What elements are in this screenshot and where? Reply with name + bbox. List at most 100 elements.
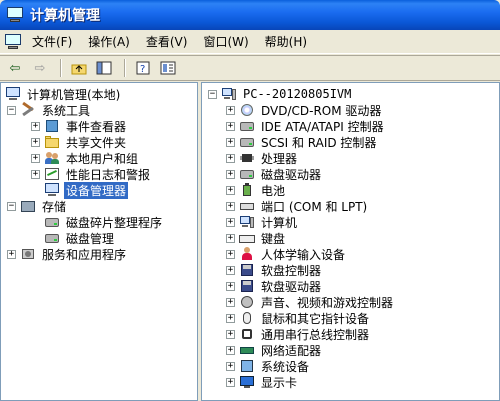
device-tree-root[interactable]: − PC--20120805IVM <box>208 86 353 102</box>
menu-window[interactable]: 窗口(W) <box>201 33 262 50</box>
device-category-label: 网络适配器 <box>261 343 322 358</box>
console-tree-pane[interactable]: 计算机管理(本地) − 系统工具 + 事件查看器 + 共享文件夹 + 本地用户和… <box>0 82 198 401</box>
expand-icon[interactable]: + <box>226 201 235 211</box>
tree-item-label: 磁盘管理 <box>66 231 115 246</box>
device-category[interactable]: + 软盘驱动器 <box>226 278 323 294</box>
help-icon[interactable]: ? <box>132 58 154 78</box>
toolbar-separator <box>60 59 62 77</box>
device-category[interactable]: + 声音、视频和游戏控制器 <box>226 294 395 310</box>
device-category[interactable]: + 键盘 <box>226 230 287 246</box>
device-category[interactable]: + 人体学输入设备 <box>226 246 347 262</box>
device-category-label: 端口 (COM 和 LPT) <box>261 199 368 214</box>
tree-item-disk-defragmenter[interactable]: 磁盘碎片整理程序 <box>44 214 164 230</box>
expand-icon[interactable]: + <box>31 137 40 147</box>
device-category[interactable]: + 磁盘驱动器 <box>226 166 323 182</box>
tools-icon <box>20 101 36 117</box>
collapse-icon[interactable]: − <box>208 89 217 99</box>
properties-icon[interactable] <box>157 58 179 78</box>
expand-icon[interactable]: + <box>226 153 235 163</box>
device-category-label: 处理器 <box>261 151 298 166</box>
device-category-label: 人体学输入设备 <box>261 247 346 262</box>
back-arrow-icon[interactable]: ⇦ <box>4 58 26 78</box>
computer-icon <box>239 215 255 229</box>
forward-arrow-icon[interactable]: ⇨ <box>29 58 51 78</box>
device-category[interactable]: + 网络适配器 <box>226 342 323 358</box>
expand-icon[interactable]: + <box>226 345 235 355</box>
expand-icon[interactable]: + <box>226 281 235 291</box>
device-category-label: 系统设备 <box>261 359 310 374</box>
expand-icon[interactable]: + <box>226 249 235 259</box>
device-category[interactable]: + 鼠标和其它指针设备 <box>226 310 371 326</box>
menu-view[interactable]: 查看(V) <box>144 33 202 50</box>
tree-item-label: 计算机管理(本地) <box>27 87 121 102</box>
menu-action[interactable]: 操作(A) <box>86 33 144 50</box>
tree-item-disk-management[interactable]: 磁盘管理 <box>44 230 116 246</box>
floppy-drive-icon <box>239 279 255 293</box>
device-category-label: 鼠标和其它指针设备 <box>261 311 370 326</box>
expand-icon[interactable]: + <box>226 105 235 115</box>
event-viewer-icon <box>44 119 60 133</box>
expand-icon[interactable]: + <box>226 297 235 307</box>
device-category[interactable]: + 电池 <box>226 182 287 198</box>
expand-icon[interactable]: + <box>226 217 235 227</box>
title-bar[interactable]: 计算机管理 <box>0 0 500 30</box>
tree-item-system-tools[interactable]: − 系统工具 <box>7 101 92 118</box>
device-category-label: 软盘驱动器 <box>261 279 322 294</box>
console-icon[interactable] <box>4 33 22 50</box>
tree-item-services-applications[interactable]: + 服务和应用程序 <box>7 246 128 262</box>
menu-help[interactable]: 帮助(H) <box>263 33 321 50</box>
shared-folder-icon <box>44 135 60 149</box>
device-category[interactable]: + 处理器 <box>226 150 299 166</box>
expand-icon[interactable]: + <box>226 313 235 323</box>
processor-icon <box>239 151 255 165</box>
device-category[interactable]: + SCSI 和 RAID 控制器 <box>226 134 378 150</box>
computer-management-window: 计算机管理 文件(F) 操作(A) 查看(V) 窗口(W) 帮助(H) ⇦ ⇨ … <box>0 0 500 401</box>
menu-file[interactable]: 文件(F) <box>30 33 86 50</box>
device-category[interactable]: + IDE ATA/ATAPI 控制器 <box>226 118 386 134</box>
expand-icon[interactable]: + <box>226 121 235 131</box>
expand-icon[interactable]: + <box>226 185 235 195</box>
expand-icon[interactable]: + <box>226 233 235 243</box>
network-adapter-icon <box>239 343 255 357</box>
expand-icon[interactable]: + <box>226 169 235 179</box>
expand-icon[interactable]: + <box>226 361 235 371</box>
device-category[interactable]: + 计算机 <box>226 214 299 230</box>
device-tree-pane[interactable]: − PC--20120805IVM + DVD/CD-ROM 驱动器 + IDE… <box>201 82 500 401</box>
up-folder-icon[interactable] <box>68 58 90 78</box>
collapse-icon[interactable]: − <box>7 105 16 115</box>
device-category[interactable]: + 显示卡 <box>226 374 299 390</box>
collapse-icon[interactable]: − <box>7 201 16 211</box>
tree-item-event-viewer[interactable]: + 事件查看器 <box>31 118 128 134</box>
expand-icon[interactable]: + <box>226 329 235 339</box>
computer-icon <box>221 87 237 101</box>
expand-icon[interactable]: + <box>7 249 16 259</box>
expand-icon[interactable]: + <box>31 121 40 131</box>
tree-item-performance-logs[interactable]: + 性能日志和警报 <box>31 166 152 182</box>
tree-item-shared-folders[interactable]: + 共享文件夹 <box>31 134 128 150</box>
device-category[interactable]: + 软盘控制器 <box>226 262 323 278</box>
tree-item-label: 存储 <box>42 199 67 214</box>
port-icon <box>239 199 255 213</box>
expand-icon[interactable]: + <box>31 169 40 179</box>
device-category[interactable]: + DVD/CD-ROM 驱动器 <box>226 102 383 118</box>
device-category-label: DVD/CD-ROM 驱动器 <box>261 103 382 118</box>
computer-name: PC--20120805IVM <box>243 87 352 101</box>
device-category-label: 键盘 <box>261 231 286 246</box>
device-category[interactable]: + 端口 (COM 和 LPT) <box>226 198 369 214</box>
expand-icon[interactable]: + <box>31 153 40 163</box>
expand-icon[interactable]: + <box>226 265 235 275</box>
device-category[interactable]: + 通用串行总线控制器 <box>226 326 371 342</box>
expand-icon[interactable]: + <box>226 377 235 387</box>
disk-management-icon <box>44 231 60 245</box>
tree-item-label: 本地用户和组 <box>66 151 139 166</box>
expand-icon[interactable]: + <box>226 137 235 147</box>
device-category[interactable]: + 系统设备 <box>226 358 311 374</box>
toolbar-separator <box>124 59 126 77</box>
menu-bar: 文件(F) 操作(A) 查看(V) 窗口(W) 帮助(H) <box>0 30 500 54</box>
usb-controller-icon <box>239 327 255 341</box>
show-hide-tree-icon[interactable] <box>93 58 115 78</box>
tree-item-storage[interactable]: − 存储 <box>7 198 68 214</box>
tree-item-local-users-groups[interactable]: + 本地用户和组 <box>31 150 140 166</box>
tree-item-computer-management[interactable]: 计算机管理(本地) <box>5 86 122 102</box>
tree-item-device-manager[interactable]: 设备管理器 <box>44 181 129 199</box>
